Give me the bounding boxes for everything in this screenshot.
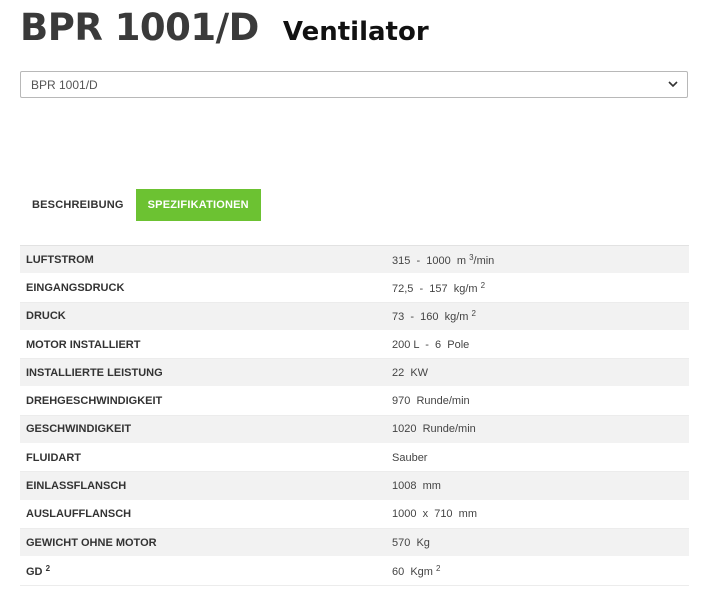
spec-label: INSTALLIERTE LEISTUNG: [20, 367, 392, 379]
spec-value: 22 KW: [392, 367, 428, 379]
spec-value-text: 200 L - 6 Pole: [392, 338, 470, 351]
spec-label: GD 2: [20, 564, 392, 578]
spec-value: 60 Kgm 2: [392, 564, 440, 578]
spec-value-text: 1008 mm: [392, 480, 441, 493]
table-row: GD 2 60 Kgm 2: [20, 557, 689, 586]
spec-value-text: 60 Kgm: [392, 565, 433, 578]
spec-label: FLUIDART: [20, 452, 392, 464]
table-row: DRUCK 73 - 160 kg/m 2: [20, 302, 689, 331]
page-header: BPR 1001/D Ventilator: [20, 6, 429, 49]
table-row: INSTALLIERTE LEISTUNG 22 KW: [20, 359, 689, 388]
spec-value-text: 570 Kg: [392, 536, 430, 549]
spec-value-superscript: 2: [480, 280, 486, 290]
spec-value: 1008 mm: [392, 480, 441, 492]
spec-label: GEWICHT OHNE MOTOR: [20, 537, 392, 549]
chevron-down-icon: [667, 79, 679, 91]
spec-value: 72,5 - 157 kg/m 2: [392, 281, 485, 295]
product-type-title: Ventilator: [282, 17, 429, 47]
spec-label: AUSLAUFFLANSCH: [20, 508, 392, 520]
model-select[interactable]: BPR 1001/D: [20, 71, 688, 98]
table-row: DREHGESCHWINDIGKEIT 970 Runde/min: [20, 387, 689, 416]
tab-bar: BESCHREIBUNG SPEZIFIKATIONEN: [20, 189, 261, 221]
spec-label-text: GD: [26, 565, 43, 578]
spec-value-text: 22 KW: [392, 366, 429, 379]
tab-beschreibung[interactable]: BESCHREIBUNG: [20, 189, 136, 221]
spec-label-superscript: 2: [45, 563, 51, 573]
spec-value-text: 315 - 1000 m: [392, 254, 466, 267]
spec-label-text: EINGANGSDRUCK: [26, 281, 125, 294]
spec-label-text: GEWICHT OHNE MOTOR: [26, 536, 157, 549]
spec-label: DRUCK: [20, 310, 392, 322]
spec-value-text: 970 Runde/min: [392, 395, 470, 408]
spec-label: EINGANGSDRUCK: [20, 282, 392, 294]
table-row: GEWICHT OHNE MOTOR 570 Kg: [20, 528, 689, 558]
spec-label-text: MOTOR INSTALLIERT: [26, 338, 141, 351]
spec-value: 1020 Runde/min: [392, 423, 476, 435]
spec-value-text: 73 - 160 kg/m: [392, 311, 469, 324]
spec-value: 200 L - 6 Pole: [392, 339, 469, 351]
spec-value: 315 - 1000 m 3/min: [392, 253, 494, 267]
spec-value-unit: /min: [473, 254, 495, 267]
spec-value: 570 Kg: [392, 537, 430, 549]
spec-value-superscript: 2: [471, 309, 476, 319]
spec-label-text: LUFTSTROM: [26, 253, 94, 266]
spec-label-text: DREHGESCHWINDIGKEIT: [26, 395, 163, 408]
spec-label-text: FLUIDART: [26, 451, 81, 464]
spec-label-text: INSTALLIERTE LEISTUNG: [26, 366, 163, 379]
spec-label: GESCHWINDIGKEIT: [20, 423, 392, 435]
table-row: LUFTSTROM 315 - 1000 m 3/min: [20, 246, 689, 275]
spec-value-text: Sauber: [392, 451, 428, 464]
table-row: EINGANGSDRUCK 72,5 - 157 kg/m 2: [20, 274, 689, 303]
table-row: AUSLAUFFLANSCH 1000 x 710 mm: [20, 500, 689, 529]
product-model-title: BPR 1001/D: [20, 6, 259, 49]
spec-label: EINLASSFLANSCH: [20, 480, 392, 492]
spec-value: 1000 x 710 mm: [392, 508, 477, 520]
spec-value-text: 72,5 - 157 kg/m: [392, 282, 478, 295]
spec-label: MOTOR INSTALLIERT: [20, 339, 392, 351]
spec-label: LUFTSTROM: [20, 254, 392, 266]
spec-label: DREHGESCHWINDIGKEIT: [20, 395, 392, 407]
table-row: EINLASSFLANSCH 1008 mm: [20, 472, 689, 501]
model-select-value: BPR 1001/D: [31, 77, 98, 92]
spec-label-text: GESCHWINDIGKEIT: [26, 423, 132, 436]
table-row: FLUIDART Sauber: [20, 444, 689, 473]
tab-spezifikationen[interactable]: SPEZIFIKATIONEN: [135, 189, 261, 221]
spec-value-superscript: 2: [436, 563, 441, 573]
spec-label-text: AUSLAUFFLANSCH: [26, 508, 132, 521]
spec-value: 73 - 160 kg/m 2: [392, 309, 476, 323]
spec-label-text: DRUCK: [26, 310, 66, 323]
spec-value-text: 1020 Runde/min: [392, 423, 476, 436]
spec-table: LUFTSTROM 315 - 1000 m 3/min EINGANGSDRUCK…: [20, 245, 689, 586]
table-row: MOTOR INSTALLIERT 200 L - 6 Pole: [20, 330, 689, 360]
table-row: GESCHWINDIGKEIT 1020 Runde/min: [20, 415, 689, 445]
spec-value: Sauber: [392, 452, 427, 464]
spec-value-text: 1000 x 710 mm: [392, 508, 477, 521]
spec-label-text: EINLASSFLANSCH: [26, 480, 127, 493]
spec-value: 970 Runde/min: [392, 395, 470, 407]
